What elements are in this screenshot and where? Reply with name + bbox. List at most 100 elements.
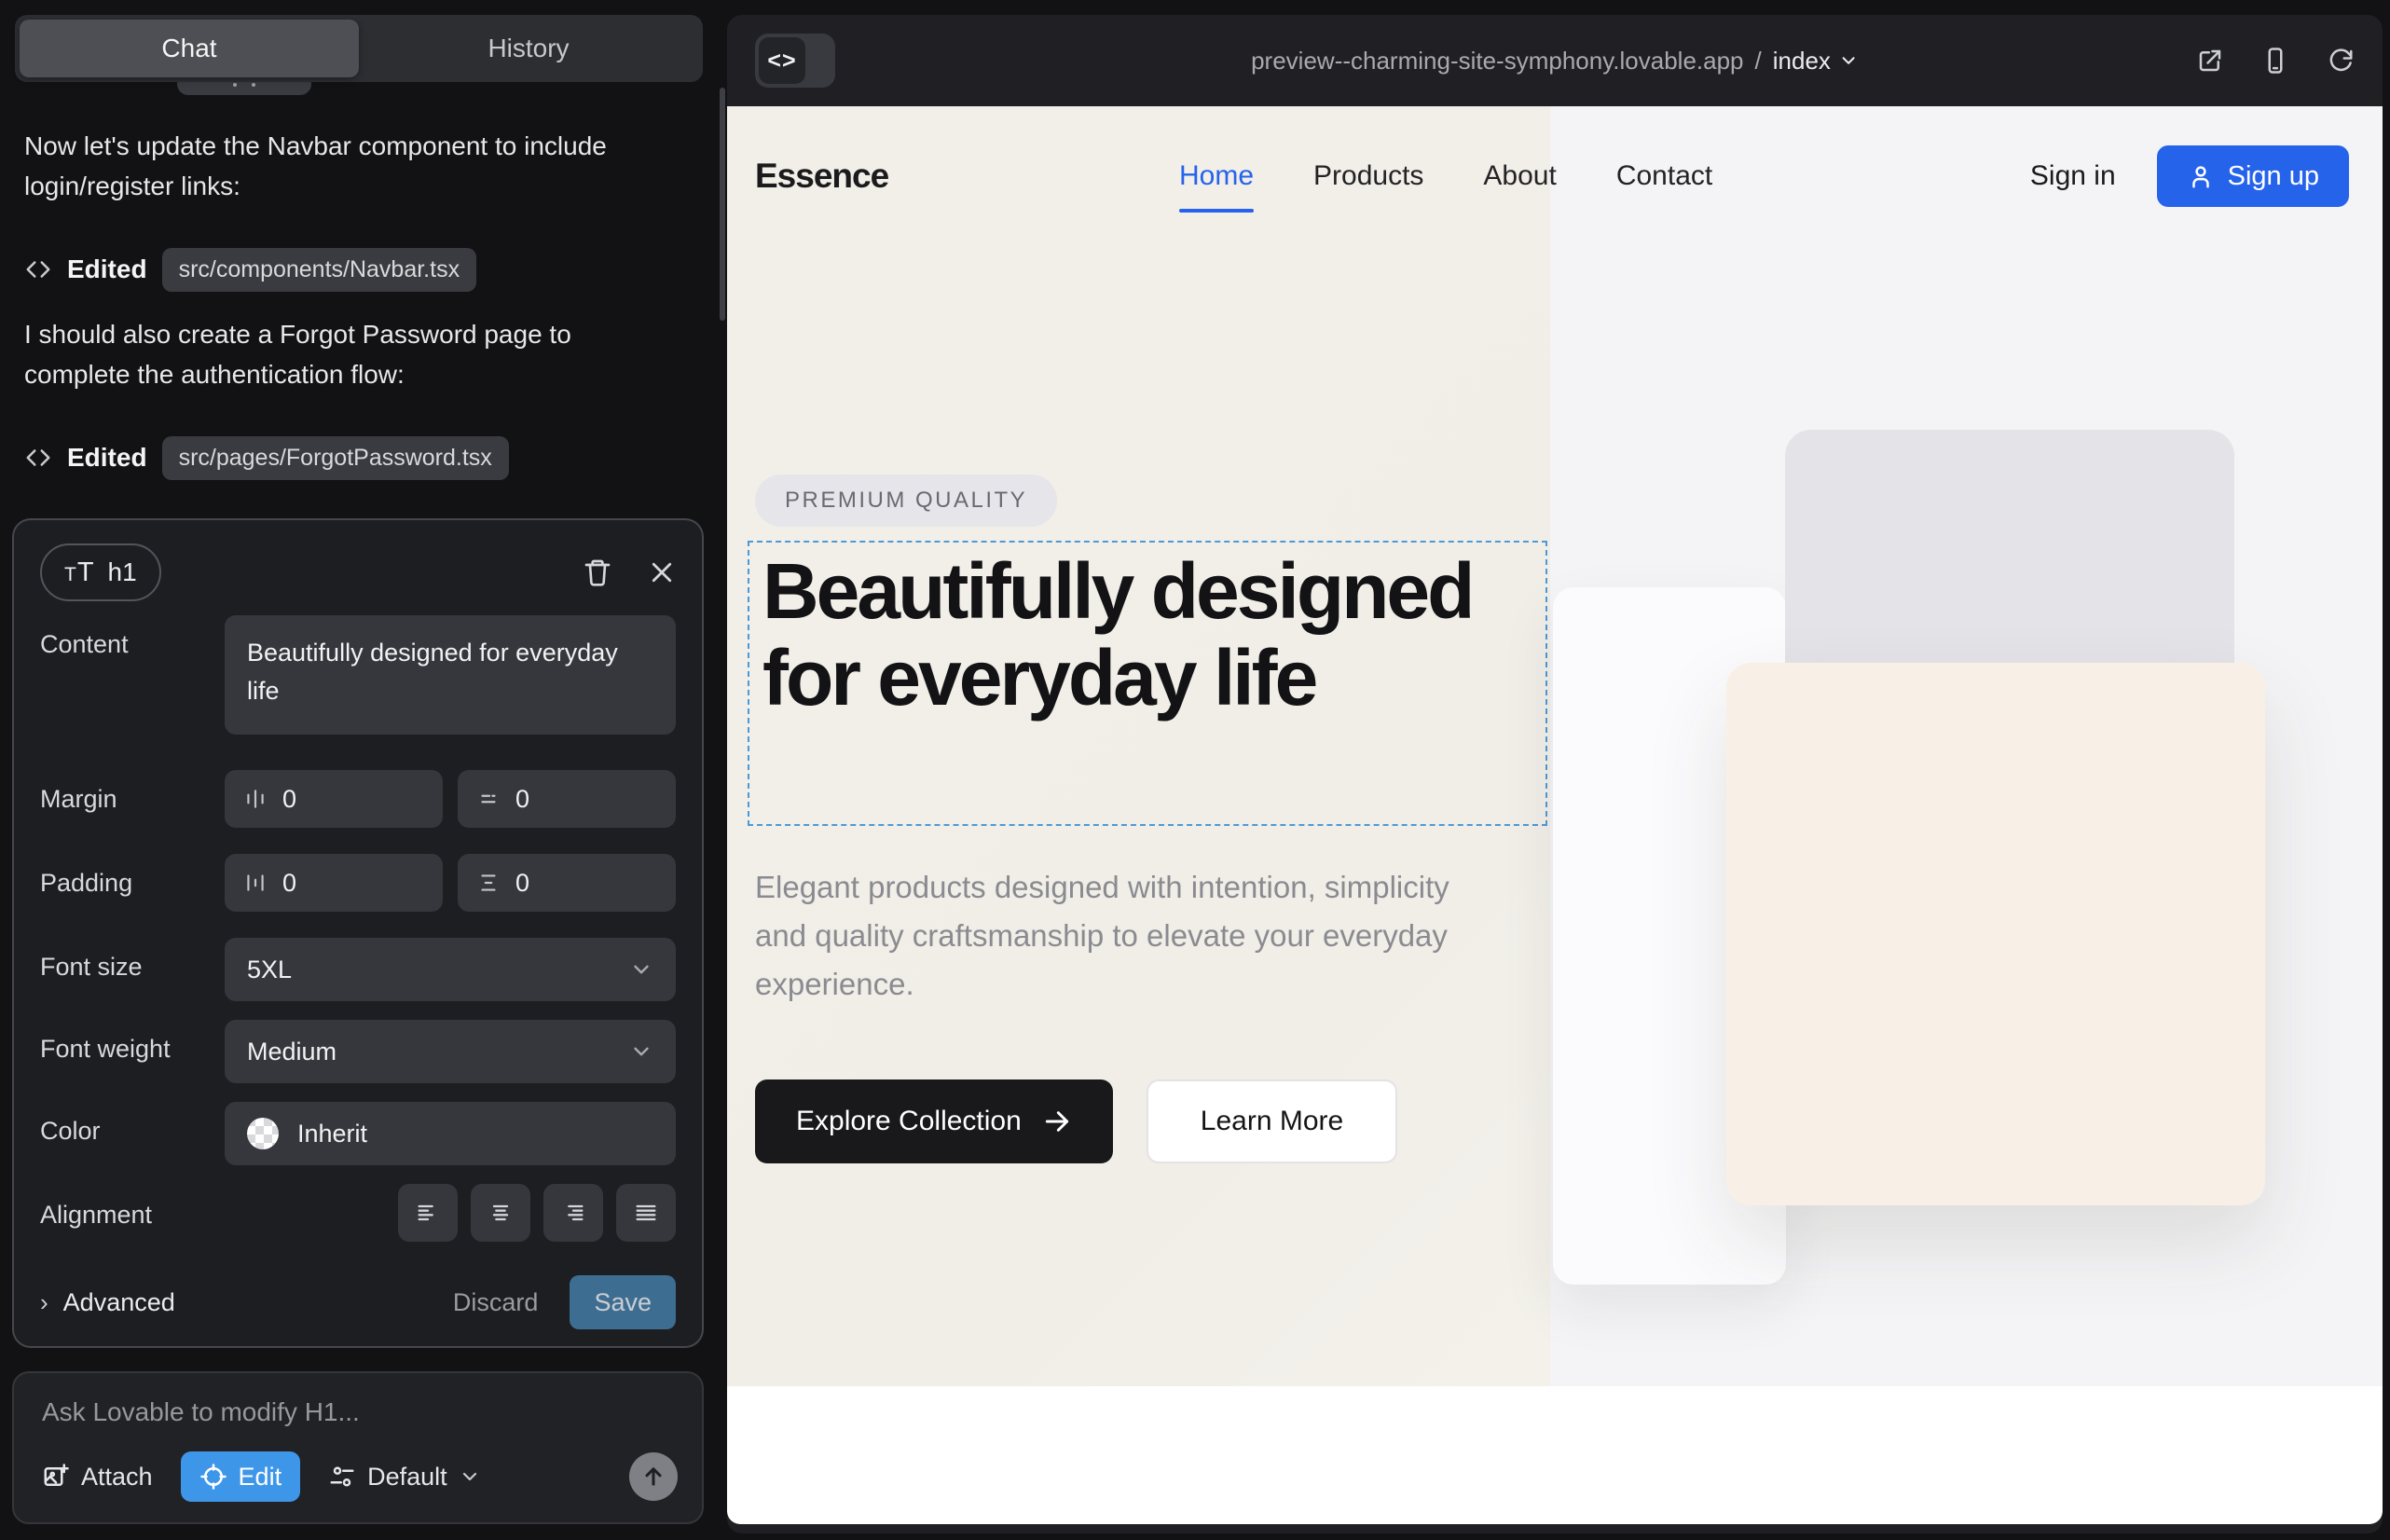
chat-composer[interactable]: Ask Lovable to modify H1... Attach Edit … — [12, 1371, 704, 1524]
chevron-right-icon: › — [40, 1288, 48, 1317]
explore-collection-label: Explore Collection — [796, 1106, 1022, 1137]
margin-vertical-icon — [476, 787, 501, 811]
align-right-icon — [560, 1200, 586, 1226]
font-weight-value: Medium — [247, 1038, 629, 1066]
user-icon — [2187, 162, 2215, 190]
nav-link-about[interactable]: About — [1483, 160, 1556, 192]
padding-y-value: 0 — [515, 869, 529, 898]
attach-label: Attach — [81, 1463, 153, 1492]
tab-chat[interactable]: Chat — [20, 20, 359, 77]
chevron-down-icon — [629, 1039, 653, 1064]
dot — [233, 83, 237, 87]
edited-file-row: Edited src/components/Navbar.tsx — [24, 244, 476, 295]
font-weight-label: Font weight — [40, 1020, 225, 1064]
app: Chat History Now let's update the Navbar… — [0, 0, 2390, 1540]
font-size-select[interactable]: 5XL — [225, 938, 676, 1001]
sign-in-button[interactable]: Sign in — [2030, 160, 2116, 192]
file-chip[interactable]: src/components/Navbar.tsx — [162, 248, 477, 292]
edited-label: Edited — [67, 254, 147, 284]
element-tag: h1 — [108, 557, 137, 587]
explore-collection-button[interactable]: Explore Collection — [755, 1079, 1113, 1163]
color-select[interactable]: Inherit — [225, 1102, 676, 1165]
margin-horizontal-icon — [243, 787, 268, 811]
element-editor-panel: TT h1 Content Beautifully designed for e… — [12, 518, 704, 1348]
align-center-button[interactable] — [471, 1184, 530, 1242]
edited-file-row: Edited src/pages/ForgotPassword.tsx — [24, 433, 509, 483]
edit-mode-button[interactable]: Edit — [181, 1451, 301, 1502]
margin-x-input[interactable]: 0 — [225, 770, 443, 828]
padding-vertical-icon — [476, 871, 501, 895]
align-right-button[interactable] — [543, 1184, 603, 1242]
preview-window: <> preview--charming-site-symphony.lovab… — [727, 15, 2383, 1533]
site-logo[interactable]: Essence — [755, 157, 888, 196]
site-nav: Home Products About Contact — [1179, 160, 1712, 192]
url-page-dropdown[interactable]: index — [1773, 47, 1859, 76]
arrow-up-icon — [640, 1464, 666, 1490]
trash-icon — [583, 557, 612, 587]
font-size-value: 5XL — [247, 956, 629, 984]
chat-scrollbar-thumb[interactable] — [720, 88, 725, 321]
alignment-label: Alignment — [40, 1184, 225, 1230]
assistant-message: Now let's update the Navbar component to… — [24, 127, 667, 206]
learn-more-button[interactable]: Learn More — [1147, 1079, 1397, 1163]
padding-label: Padding — [40, 854, 225, 898]
tab-history[interactable]: History — [359, 20, 698, 77]
site-navbar: Essence Home Products About Contact Sign… — [755, 106, 2349, 246]
sign-up-button[interactable]: Sign up — [2157, 145, 2349, 207]
selected-h1-outline[interactable]: Beautifully designed for everyday life — [748, 541, 1547, 826]
align-left-icon — [415, 1200, 441, 1226]
hero-headline[interactable]: Beautifully designed for everyday life — [749, 543, 1545, 727]
refresh-button[interactable] — [2327, 47, 2355, 75]
sign-up-label: Sign up — [2228, 161, 2319, 192]
mobile-preview-button[interactable] — [2261, 47, 2289, 75]
url-page-label: index — [1773, 47, 1831, 76]
sliders-icon — [328, 1463, 356, 1491]
hero-description: Elegant products designed with intention… — [755, 863, 1473, 1008]
crosshair-icon — [199, 1463, 227, 1491]
open-in-new-tab-button[interactable] — [2196, 47, 2224, 75]
padding-horizontal-icon — [243, 871, 268, 895]
align-justify-icon — [633, 1200, 659, 1226]
margin-y-input[interactable]: 0 — [458, 770, 676, 828]
premium-quality-badge: PREMIUM QUALITY — [755, 474, 1057, 527]
advanced-label: Advanced — [63, 1288, 175, 1317]
margin-label: Margin — [40, 770, 225, 814]
assistant-message: I should also create a Forgot Password p… — [24, 315, 667, 394]
nav-link-products[interactable]: Products — [1313, 160, 1423, 192]
attach-button[interactable]: Attach — [42, 1463, 153, 1492]
advanced-toggle[interactable]: › Advanced — [40, 1288, 175, 1317]
mode-selector[interactable]: Default — [328, 1463, 481, 1492]
delete-element-button[interactable] — [583, 557, 612, 587]
content-textarea[interactable]: Beautifully designed for everyday life — [225, 615, 676, 735]
site-page: Essence Home Products About Contact Sign… — [727, 106, 2383, 1524]
url-bar[interactable]: preview--charming-site-symphony.lovable.… — [1251, 47, 1859, 76]
close-editor-button[interactable] — [648, 558, 676, 586]
font-weight-select[interactable]: Medium — [225, 1020, 676, 1083]
color-swatch-checkerboard — [247, 1118, 279, 1149]
refresh-icon — [2327, 47, 2355, 75]
code-view-toggle[interactable]: <> — [755, 34, 835, 88]
align-justify-button[interactable] — [616, 1184, 676, 1242]
save-button[interactable]: Save — [570, 1275, 676, 1329]
align-left-button[interactable] — [398, 1184, 458, 1242]
close-icon — [648, 558, 676, 586]
selected-element-pill[interactable]: TT h1 — [40, 543, 161, 601]
file-chip[interactable]: src/pages/ForgotPassword.tsx — [162, 436, 509, 480]
padding-x-input[interactable]: 0 — [225, 854, 443, 912]
send-button[interactable] — [629, 1452, 678, 1501]
chat-history-tabs: Chat History — [15, 15, 703, 82]
type-icon: TT — [64, 557, 95, 588]
browser-bar: <> preview--charming-site-symphony.lovab… — [727, 15, 2383, 106]
nav-link-home[interactable]: Home — [1179, 160, 1254, 192]
smartphone-icon — [2261, 47, 2289, 75]
chevron-down-icon — [1838, 50, 1859, 71]
font-size-label: Font size — [40, 938, 225, 982]
discard-button[interactable]: Discard — [453, 1288, 539, 1317]
nav-link-contact[interactable]: Contact — [1616, 160, 1712, 192]
external-link-icon — [2196, 47, 2224, 75]
composer-placeholder[interactable]: Ask Lovable to modify H1... — [42, 1397, 674, 1427]
align-center-icon — [488, 1200, 514, 1226]
margin-y-value: 0 — [515, 785, 529, 814]
padding-y-input[interactable]: 0 — [458, 854, 676, 912]
color-value: Inherit — [297, 1120, 653, 1148]
